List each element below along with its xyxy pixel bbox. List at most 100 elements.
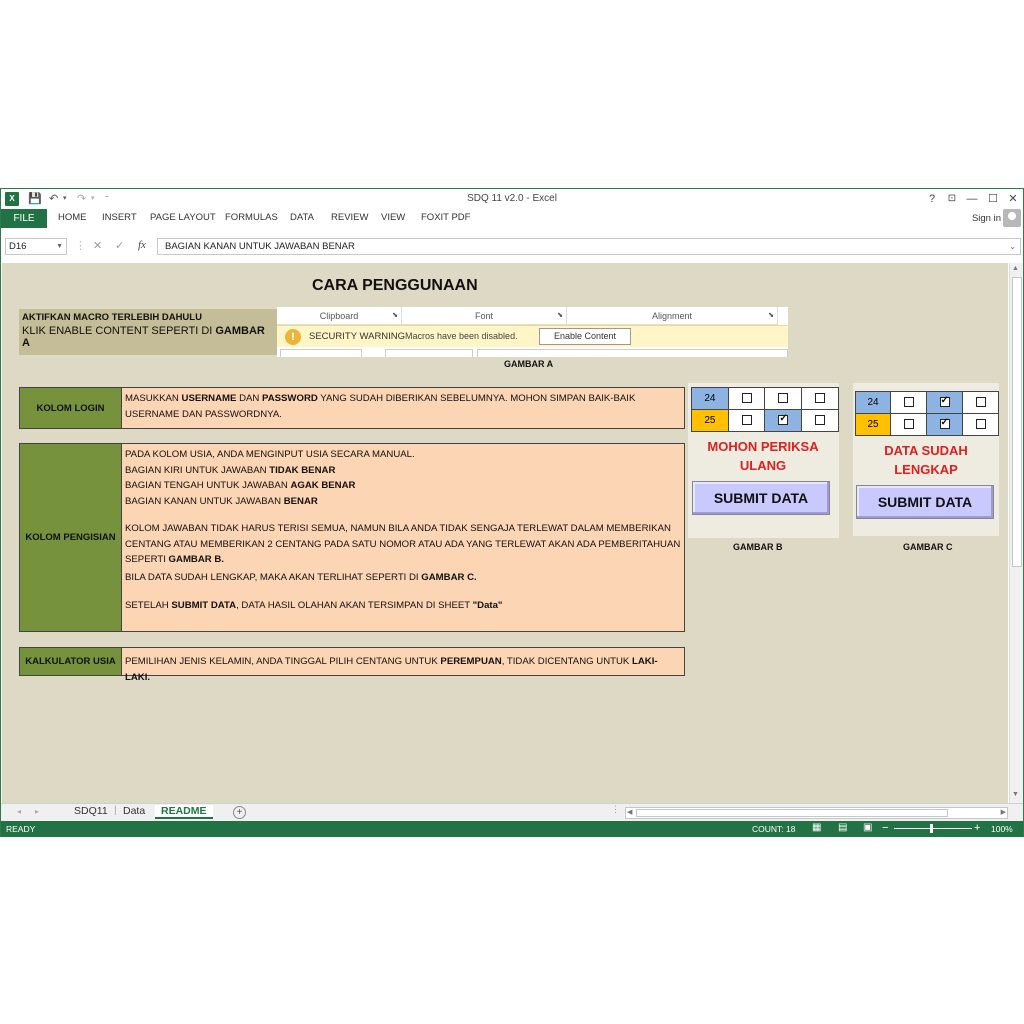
zoom-slider[interactable] <box>894 828 972 829</box>
checkbox[interactable] <box>815 393 826 404</box>
checkbox-checked[interactable] <box>939 395 950 408</box>
scroll-down-icon[interactable]: ▼ <box>1012 791 1019 798</box>
cancel-icon[interactable]: ✕ <box>93 239 102 252</box>
checkbox[interactable] <box>778 393 789 404</box>
table-row: 24 <box>855 391 999 414</box>
normal-view-icon[interactable]: ▦ <box>812 822 821 833</box>
tab-view[interactable]: VIEW <box>381 212 405 223</box>
vertical-scroll-thumb[interactable] <box>1012 277 1022 567</box>
tab-split-handle-icon[interactable]: ⋮ <box>611 804 620 815</box>
tab-home[interactable]: HOME <box>58 212 87 223</box>
checkbox-cell[interactable] <box>890 413 927 436</box>
checkbox-cell[interactable] <box>764 387 803 410</box>
checkbox-checked[interactable] <box>939 417 950 430</box>
worksheet-area[interactable]: CARA PENGGUNAAN AKTIFKAN MACRO TERLEBIH … <box>2 263 1008 803</box>
bold-text: GAMBAR C. <box>421 571 477 583</box>
dialog-launcher-icon: ⬊ <box>392 312 398 319</box>
maximize-button[interactable]: ☐ <box>984 191 1002 207</box>
tab-review[interactable]: REVIEW <box>331 212 368 223</box>
bold-text: PEREMPUAN <box>440 656 502 667</box>
checkbox[interactable] <box>903 419 914 430</box>
close-button[interactable]: ✕ <box>1004 191 1022 207</box>
tab-foxit-pdf[interactable]: FOXIT PDF <box>421 212 470 223</box>
scroll-right-icon[interactable]: ▶ <box>1001 808 1006 816</box>
zoom-level[interactable]: 100% <box>991 824 1013 834</box>
checkbox-cell[interactable] <box>962 413 999 436</box>
sign-in-link[interactable]: Sign in <box>972 213 1001 224</box>
tab-page-layout[interactable]: PAGE LAYOUT <box>150 212 216 223</box>
enable-content-button[interactable]: Enable Content <box>539 328 631 345</box>
horizontal-scroll-thumb[interactable] <box>636 809 948 817</box>
checkbox-cell[interactable] <box>801 387 839 410</box>
gambar-a-caption: GAMBAR A <box>504 359 554 369</box>
checkbox[interactable] <box>741 415 752 426</box>
sheet-tab-data[interactable]: Data <box>123 805 145 817</box>
tab-file[interactable]: FILE <box>1 209 47 228</box>
text: SETELAH <box>125 600 172 611</box>
page-break-preview-icon[interactable]: ▣ <box>863 822 872 833</box>
tab-formulas[interactable]: FORMULAS <box>225 212 278 223</box>
horizontal-scrollbar[interactable]: ◀ ▶ <box>625 807 1008 819</box>
bold-text: TIDAK BENAR <box>269 464 336 476</box>
checkbox-cell[interactable] <box>727 409 766 432</box>
submit-data-button[interactable]: SUBMIT DATA <box>856 485 994 519</box>
insert-function-icon[interactable]: fx <box>138 239 146 251</box>
table-row: 25 <box>855 413 999 436</box>
add-sheet-icon[interactable]: + <box>233 806 246 819</box>
name-box[interactable]: D16 ▼ <box>5 238 67 255</box>
vertical-scrollbar[interactable]: ▲ ▼ <box>1009 263 1023 803</box>
checkbox[interactable] <box>975 397 986 408</box>
formula-input[interactable]: BAGIAN KANAN UNTUK JAWABAN BENAR ⌄ <box>157 238 1021 255</box>
row-kolom-login: KOLOM LOGIN MASUKKAN USERNAME DAN PASSWO… <box>19 387 685 429</box>
chevron-down-icon[interactable]: ▼ <box>56 239 63 254</box>
checkbox[interactable] <box>815 415 826 426</box>
expand-formula-bar-icon[interactable]: ⌄ <box>1009 239 1016 254</box>
avatar[interactable] <box>1003 209 1021 227</box>
checkbox-cell[interactable] <box>727 387 766 410</box>
warning-icon: ! <box>285 329 301 345</box>
bold-text: PASSWORD <box>262 393 318 404</box>
status-count: COUNT: 18 <box>752 824 796 834</box>
checkbox[interactable] <box>903 397 914 408</box>
enter-icon[interactable]: ✓ <box>115 239 124 252</box>
submit-data-button[interactable]: SUBMIT DATA <box>692 481 830 515</box>
text: BAGIAN KIRI UNTUK JAWABAN <box>125 464 270 476</box>
scroll-up-icon[interactable]: ▲ <box>1012 265 1019 272</box>
page-title: CARA PENGGUNAAN <box>312 277 478 294</box>
checkbox[interactable] <box>741 393 752 404</box>
zoom-in-icon[interactable]: + <box>974 822 980 834</box>
page-layout-view-icon[interactable]: ▤ <box>838 822 847 833</box>
ribbon-display-options-icon[interactable]: ⊡ <box>943 191 961 207</box>
zoom-slider-handle[interactable] <box>930 824 933 833</box>
checkbox[interactable] <box>975 419 986 430</box>
pengisian-line-4: BAGIAN KANAN UNTUK JAWABAN BENAR <box>125 494 681 510</box>
zoom-out-icon[interactable]: − <box>882 822 888 834</box>
text: BAGIAN TENGAH UNTUK JAWABAN <box>125 480 291 491</box>
checkbox-cell[interactable] <box>962 391 999 414</box>
tab-data[interactable]: DATA <box>290 212 314 223</box>
scroll-left-icon[interactable]: ◀ <box>627 808 632 816</box>
kolom-login-label: KOLOM LOGIN <box>20 388 122 428</box>
status-bar: READY COUNT: 18 ▦ ▤ ▣ − + 100% <box>1 821 1023 837</box>
checkbox-cell[interactable] <box>926 413 963 436</box>
tab-insert[interactable]: INSERT <box>102 212 137 223</box>
tab-scroll-left-icon[interactable]: ◂ <box>17 807 21 816</box>
checkbox-cell[interactable] <box>890 391 927 414</box>
help-button[interactable]: ? <box>923 191 941 207</box>
gambar-c-message: DATA SUDAH LENGKAP <box>884 443 968 477</box>
macro-line-2: KLIK ENABLE CONTENT SEPERTI DI GAMBAR A <box>22 325 274 349</box>
sheet-tab-readme[interactable]: README <box>155 805 213 819</box>
kolom-pengisian-label: KOLOM PENGISIAN <box>20 444 122 631</box>
checkbox-cell[interactable] <box>764 409 803 432</box>
tab-scroll-right-icon[interactable]: ▸ <box>35 807 39 816</box>
ribbon-group-clipboard: Clipboard ⬊ <box>277 307 402 325</box>
sheet-tab-sdq11[interactable]: SDQ11 <box>74 805 108 817</box>
macro-instruction-cell: AKTIFKAN MACRO TERLEBIH DAHULU KLIK ENAB… <box>19 309 277 355</box>
group-label: Alignment <box>651 311 693 321</box>
checkbox-checked[interactable] <box>778 413 789 426</box>
text: PEMILIHAN JENIS KELAMIN, ANDA TINGGAL PI… <box>125 656 441 667</box>
minimize-button[interactable]: — <box>963 191 981 207</box>
checkbox-cell[interactable] <box>801 409 839 432</box>
checkbox-cell[interactable] <box>926 391 963 414</box>
